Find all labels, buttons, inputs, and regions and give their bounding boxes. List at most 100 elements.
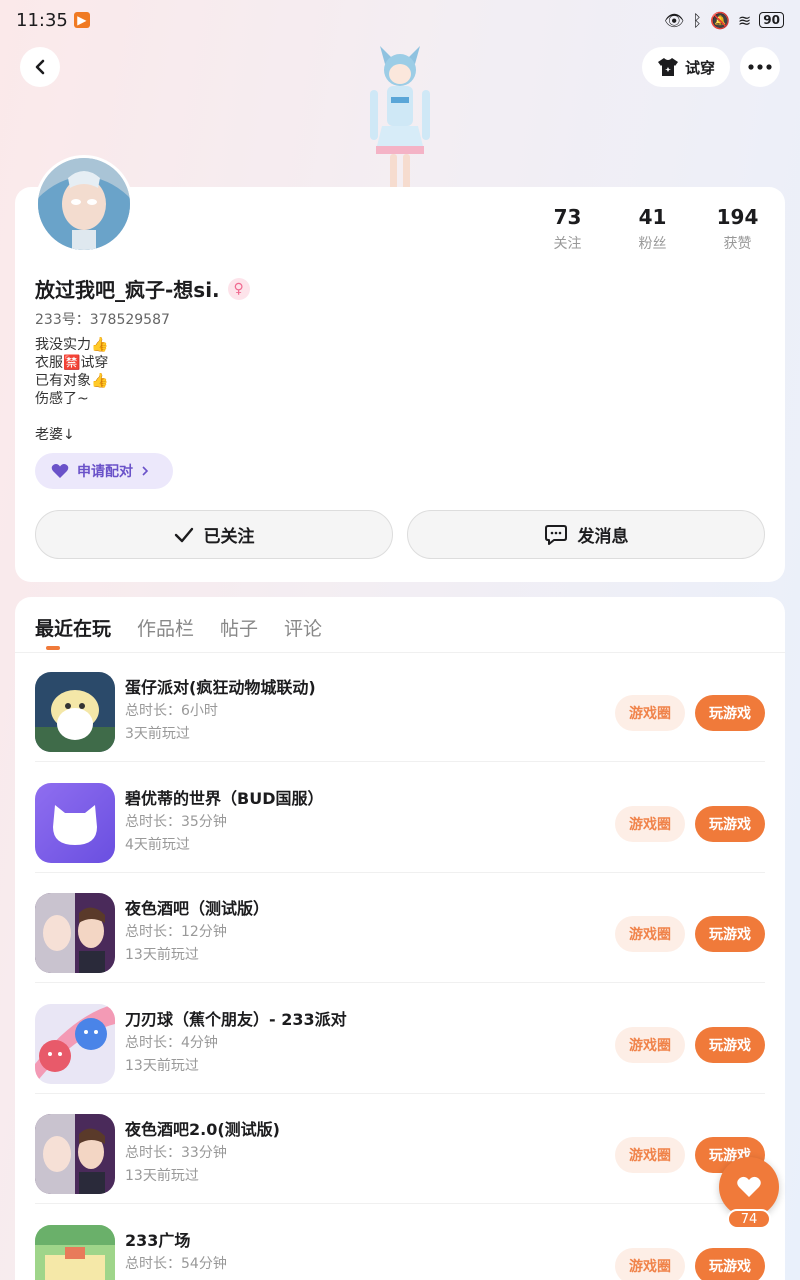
- play-game-button[interactable]: 玩游戏: [695, 916, 765, 952]
- stat-number: 194: [716, 205, 759, 229]
- game-duration: 总时长：54分钟: [125, 1256, 227, 1272]
- status-bar: 11:35 ▶ 👁 ᛒ 🔕 ≋ 90: [0, 0, 800, 40]
- game-last-played: 3天前玩过: [125, 726, 190, 742]
- stat-likes[interactable]: 194 获赞: [695, 205, 780, 253]
- game-duration: 总时长：35分钟: [125, 814, 227, 830]
- play-game-button[interactable]: 玩游戏: [695, 806, 765, 842]
- bio-line: 已有对象👍: [35, 373, 109, 389]
- divider: [35, 761, 765, 762]
- mute-icon: 🔕: [709, 10, 730, 30]
- list-item[interactable]: 碧优蒂的世界（BUD国服） 总时长：35分钟 4天前玩过 游戏圈 玩游戏: [35, 763, 765, 873]
- game-title: 刀刃球（蕉个朋友）- 233派对: [125, 1010, 347, 1029]
- battery-icon: 90: [759, 12, 784, 28]
- avatar-image: [38, 158, 130, 250]
- try-on-label: 试穿: [684, 58, 715, 77]
- game-title: 蛋仔派对(疯狂动物城联动): [125, 678, 316, 697]
- list-item[interactable]: 蛋仔派对(疯狂动物城联动) 总时长：6小时 3天前玩过 游戏圈 玩游戏: [35, 652, 765, 762]
- following-button[interactable]: 已关注: [35, 510, 393, 559]
- bio: 我没实力👍 衣服🈲试穿 已有对象👍 伤感了~: [35, 336, 108, 408]
- chat-bubble-icon: [544, 524, 567, 545]
- tab-recently-played[interactable]: 最近在玩: [35, 614, 111, 641]
- app-notification-icon: ▶: [73, 12, 90, 28]
- game-circle-button[interactable]: 游戏圈: [615, 695, 685, 731]
- heart-icon: [51, 464, 69, 478]
- send-message-label: 发消息: [577, 527, 629, 547]
- tab-bar: 最近在玩 作品栏 帖子 评论: [35, 614, 322, 641]
- play-game-button[interactable]: 玩游戏: [695, 1248, 765, 1280]
- play-game-button[interactable]: 玩游戏: [695, 1027, 765, 1063]
- game-duration: 总时长：6小时: [125, 703, 218, 719]
- pair-label: 申请配对: [77, 464, 133, 480]
- bio-line: 伤感了~: [35, 391, 89, 407]
- game-last-played: 13天前玩过: [125, 947, 199, 963]
- bio-line: 衣服🈲试穿: [35, 355, 109, 371]
- like-fab-button[interactable]: [719, 1157, 779, 1217]
- stat-number: 73: [553, 205, 582, 229]
- list-item[interactable]: 夜色酒吧（测试版） 总时长：12分钟 13天前玩过 游戏圈 玩游戏: [35, 873, 765, 983]
- game-circle-button[interactable]: 游戏圈: [615, 1137, 685, 1173]
- game-last-played: 13天前玩过: [125, 1168, 199, 1184]
- stat-label: 获赞: [723, 236, 752, 252]
- shirt-icon: [657, 58, 678, 76]
- game-icon: [35, 1114, 115, 1194]
- game-duration: 总时长：33分钟: [125, 1145, 227, 1161]
- profile-stats: 73 关注 41 粉丝 194 获赞: [525, 205, 780, 253]
- game-icon: [35, 1225, 115, 1280]
- status-time: 11:35: [16, 9, 68, 31]
- user-id: 233号：378529587: [35, 312, 170, 328]
- bio-extra-line: 老婆↓: [35, 427, 75, 443]
- game-title: 碧优蒂的世界（BUD国服）: [125, 789, 324, 808]
- tab-posts[interactable]: 帖子: [220, 614, 258, 641]
- list-item[interactable]: 刀刃球（蕉个朋友）- 233派对 总时长：4分钟 13天前玩过 游戏圈 玩游戏: [35, 984, 765, 1094]
- username: 放过我吧_疯子-想si.: [35, 278, 220, 302]
- game-circle-button[interactable]: 游戏圈: [615, 1248, 685, 1280]
- like-count-badge: 74: [727, 1209, 771, 1229]
- game-circle-button[interactable]: 游戏圈: [615, 916, 685, 952]
- female-gender-icon: ♀: [227, 277, 250, 300]
- stat-label: 关注: [553, 236, 582, 252]
- avatar[interactable]: [35, 155, 133, 253]
- request-pair-button[interactable]: 申请配对: [35, 453, 173, 489]
- chevron-right-icon: [142, 466, 149, 476]
- following-label: 已关注: [203, 527, 255, 547]
- more-dots-icon: [748, 64, 772, 70]
- game-duration: 总时长：4分钟: [125, 1035, 218, 1051]
- game-icon: [35, 893, 115, 973]
- game-icon: [35, 783, 115, 863]
- divider: [35, 1203, 765, 1204]
- divider: [35, 982, 765, 983]
- bluetooth-icon: ᛒ: [692, 10, 702, 30]
- game-title: 夜色酒吧2.0(测试版): [125, 1120, 280, 1139]
- check-icon: [174, 527, 193, 542]
- game-last-played: 13天前玩过: [125, 1058, 199, 1074]
- list-item[interactable]: 233广场 总时长：54分钟 游戏圈 玩游戏: [35, 1205, 765, 1280]
- tab-active-indicator: [46, 646, 60, 650]
- wifi-icon: ≋: [737, 10, 752, 30]
- more-button[interactable]: [740, 47, 780, 87]
- game-icon: [35, 1004, 115, 1084]
- avatar-figure: [370, 46, 430, 190]
- stat-followers[interactable]: 41 粉丝: [610, 205, 695, 253]
- stat-following[interactable]: 73 关注: [525, 205, 610, 253]
- heart-icon: [737, 1176, 761, 1197]
- stat-label: 粉丝: [638, 236, 667, 252]
- back-button[interactable]: [20, 47, 60, 87]
- game-icon: [35, 672, 115, 752]
- chevron-left-icon: [35, 59, 45, 75]
- tab-comments[interactable]: 评论: [284, 614, 322, 641]
- username-row: 放过我吧_疯子-想si. ♀: [35, 274, 250, 303]
- try-on-button[interactable]: 试穿: [642, 47, 730, 87]
- game-duration: 总时长：12分钟: [125, 924, 227, 940]
- game-last-played: 4天前玩过: [125, 837, 190, 853]
- eye-icon: 👁: [664, 10, 685, 30]
- send-message-button[interactable]: 发消息: [407, 510, 765, 559]
- content-card: 最近在玩 作品栏 帖子 评论 蛋仔派对(疯狂动物城联动) 总时长：6小时 3天前…: [15, 597, 785, 1280]
- game-title: 233广场: [125, 1231, 191, 1250]
- play-game-button[interactable]: 玩游戏: [695, 695, 765, 731]
- game-title: 夜色酒吧（测试版）: [125, 899, 270, 918]
- bio-line: 我没实力👍: [35, 337, 109, 353]
- game-circle-button[interactable]: 游戏圈: [615, 1027, 685, 1063]
- tab-works[interactable]: 作品栏: [137, 614, 194, 641]
- list-item[interactable]: 夜色酒吧2.0(测试版) 总时长：33分钟 13天前玩过 游戏圈 玩游戏: [35, 1094, 765, 1204]
- game-circle-button[interactable]: 游戏圈: [615, 806, 685, 842]
